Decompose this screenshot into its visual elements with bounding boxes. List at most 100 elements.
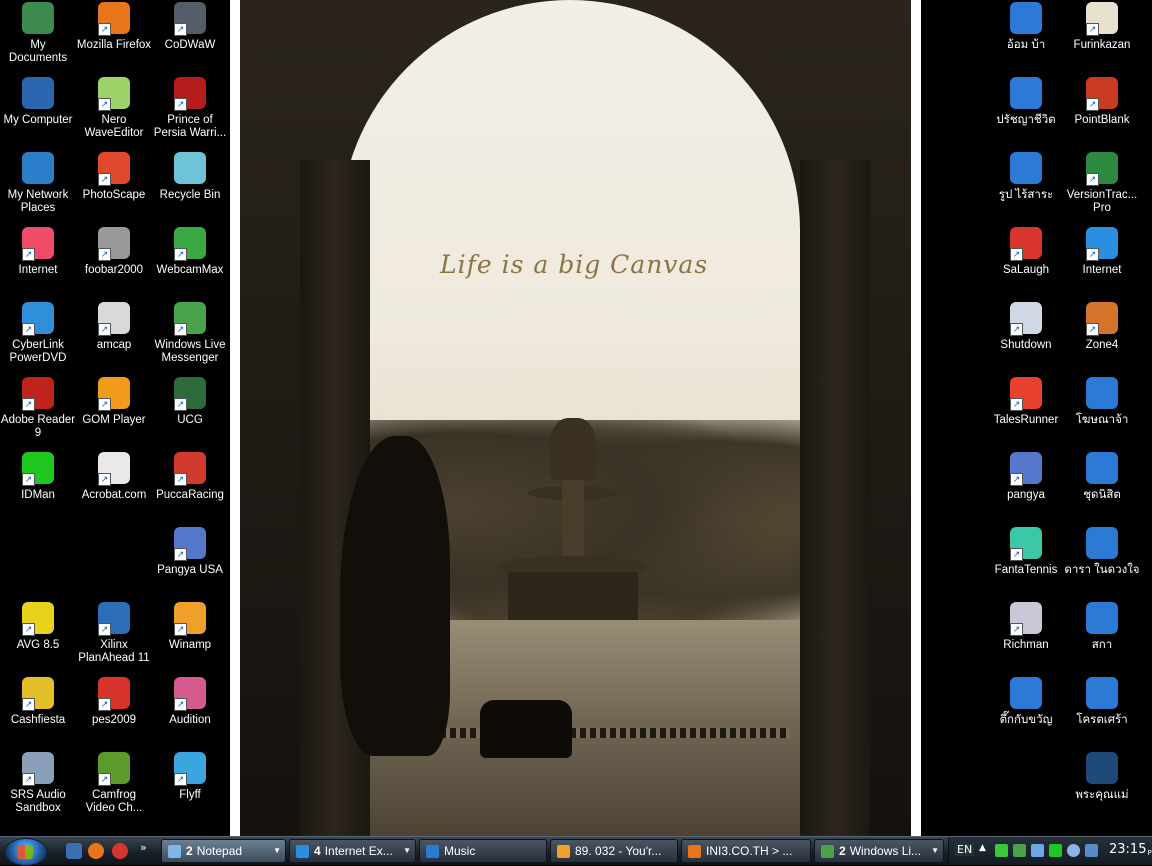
desktop-icon-left-20[interactable]: ↗ PuccaRacing: [152, 452, 228, 502]
taskbar-button-4[interactable]: INI3.CO.TH > ...: [681, 839, 811, 863]
desktop-icon-right-12[interactable]: ↗ pangya: [988, 452, 1064, 502]
desktop-icon-right-18[interactable]: ตึ๊กกับขวัญ: [988, 677, 1064, 727]
hello-kitty-icon: ↗: [22, 227, 54, 261]
desktop-icon-left-5[interactable]: ↗ Prince of Persia Warri...: [152, 77, 228, 140]
desktop-icon-left-13[interactable]: ↗ amcap: [76, 302, 152, 352]
display-tray-icon[interactable]: [1085, 844, 1098, 857]
taskbar-button-0[interactable]: 2 Notepad ▼: [161, 839, 286, 863]
taskbar-button-2[interactable]: Music: [419, 839, 547, 863]
desktop-icon-right-5[interactable]: ↗ VersionTrac... Pro: [1064, 152, 1140, 215]
task-label: 2 Notepad: [186, 840, 242, 862]
desktop-icon-right-3[interactable]: ↗ PointBlank: [1064, 77, 1140, 127]
desktop-icon-label: WebcamMax: [156, 264, 224, 276]
taskbar-button-1[interactable]: 4 Internet Ex... ▼: [289, 839, 416, 863]
desktop-icon-left-11[interactable]: ↗ WebcamMax: [152, 227, 228, 277]
desktop-icon-right-11[interactable]: โฆษณาจ้า: [1064, 377, 1140, 427]
show-desktop-icon[interactable]: [66, 843, 82, 859]
desktop-icon-right-9[interactable]: ↗ Zone4: [1064, 302, 1140, 352]
task-app-icon: [168, 845, 181, 858]
wallpaper-fountain-base: [508, 572, 638, 622]
task-label: Music: [444, 840, 475, 862]
cashfiesta-icon: ↗: [22, 677, 54, 711]
desktop-icon-left-30[interactable]: ↗ Flyff: [152, 752, 228, 802]
desktop-icon-right-7[interactable]: ↗ Internet: [1064, 227, 1140, 277]
chevron-down-icon[interactable]: ▼: [403, 840, 411, 862]
task-title: Music: [444, 844, 476, 858]
task-title: 89. 032 - You'r...: [575, 844, 662, 858]
desktop-icon-left-26[interactable]: ↗ pes2009: [76, 677, 152, 727]
desktop-icon-left-3[interactable]: My Computer: [0, 77, 76, 127]
taskbar-button-5[interactable]: 2 Windows Li... ▼: [814, 839, 944, 863]
desktop-icon-left-16[interactable]: ↗ GOM Player: [76, 377, 152, 427]
system-tray: EN ▲ 23:15PM: [948, 837, 1152, 865]
desktop-icon-left-1[interactable]: ↗ Mozilla Firefox: [76, 2, 152, 52]
desktop-icon-right-15[interactable]: ดารา ในดวงใจ: [1064, 527, 1140, 577]
tray-app-icon[interactable]: [1031, 844, 1044, 857]
desktop-icon-left-24[interactable]: ↗ Winamp: [152, 602, 228, 652]
desktop-icon-right-16[interactable]: ↗ Richman: [988, 602, 1064, 652]
chevron-more-icon[interactable]: »: [140, 841, 147, 854]
desktop-icon-left-8[interactable]: Recycle Bin: [152, 152, 228, 202]
desktop-icon-left-14[interactable]: ↗ Windows Live Messenger: [152, 302, 228, 365]
desktop-icon-left-28[interactable]: ↗ SRS Audio Sandbox: [0, 752, 76, 815]
desktop-icon-right-14[interactable]: ↗ FantaTennis: [988, 527, 1064, 577]
clock[interactable]: 23:15PM: [1109, 842, 1152, 857]
desktop-icon-left-22[interactable]: ↗ AVG 8.5: [0, 602, 76, 652]
desktop-icon-right-10[interactable]: ↗ TalesRunner: [988, 377, 1064, 427]
shortcut-arrow-icon: ↗: [22, 398, 35, 411]
desktop-icon-right-4[interactable]: รูป ไร้สาระ: [988, 152, 1064, 202]
wallpaper-photo: Life is a big Canvas: [240, 0, 911, 836]
chevron-down-icon[interactable]: ▼: [273, 840, 281, 862]
task-label: 4 Internet Ex...: [314, 840, 393, 862]
desktop-icon-left-9[interactable]: ↗ Internet: [0, 227, 76, 277]
desktop-icon-left-10[interactable]: ↗ foobar2000: [76, 227, 152, 277]
desktop-icon-right-6[interactable]: ↗ SaLaugh: [988, 227, 1064, 277]
desktop-icon-label: Xilinx PlanAhead 11: [78, 639, 150, 664]
shortcut-arrow-icon: ↗: [1010, 473, 1023, 486]
desktop-icon-label: พระคุณแม่: [1075, 789, 1129, 801]
chevron-down-icon[interactable]: ▼: [931, 840, 939, 862]
desktop-icon-left-19[interactable]: ↗ Acrobat.com: [76, 452, 152, 502]
desktop-icon-right-17[interactable]: สกา: [1064, 602, 1140, 652]
desktop-icon-right-8[interactable]: ↗ Shutdown: [988, 302, 1064, 352]
start-button[interactable]: [4, 838, 48, 866]
desktop-icon-right-13[interactable]: ชุดนิสิต: [1064, 452, 1140, 502]
desktop-icon-left-0[interactable]: My Documents: [0, 2, 76, 65]
desktop-icon-label: PuccaRacing: [156, 489, 224, 501]
desktop-icon-right-2[interactable]: ปรัชญาชีวิต: [988, 77, 1064, 127]
language-indicator[interactable]: EN: [955, 843, 975, 856]
shortcut-arrow-icon: ↗: [174, 23, 187, 36]
desktop-icon-right-19[interactable]: โครตเศร้า: [1064, 677, 1140, 727]
idman-tray-icon[interactable]: [1049, 844, 1062, 857]
desktop[interactable]: Life is a big Canvas My Documents ↗ Mozill…: [0, 0, 1152, 836]
desktop-icon-left-2[interactable]: ↗ CoDWaW: [152, 2, 228, 52]
taskbar-button-3[interactable]: 89. 032 - You'r...: [550, 839, 678, 863]
avg-icon: ↗: [22, 602, 54, 636]
desktop-icon-left-6[interactable]: My Network Places: [0, 152, 76, 215]
desktop-icon-label: CyberLink PowerDVD: [9, 339, 67, 364]
desktop-icon-left-29[interactable]: ↗ Camfrog Video Ch...: [76, 752, 152, 815]
shortcut-arrow-icon: ↗: [98, 248, 111, 261]
volume-tray-icon[interactable]: [1067, 844, 1080, 857]
shortcut-arrow-icon: ↗: [1086, 173, 1099, 186]
desktop-icon-right-1[interactable]: ↗ Furinkazan: [1064, 2, 1140, 52]
salaugh-icon[interactable]: [112, 843, 128, 859]
messenger-tray-icon[interactable]: [1013, 844, 1026, 857]
desktop-icon-left-23[interactable]: ↗ Xilinx PlanAhead 11: [76, 602, 152, 665]
desktop-icon-right-20[interactable]: พระคุณแม่: [1064, 752, 1140, 802]
desktop-icon-left-4[interactable]: ↗ Nero WaveEditor: [76, 77, 152, 140]
desktop-icon-left-7[interactable]: ↗ PhotoScape: [76, 152, 152, 202]
desktop-icon-left-15[interactable]: ↗ Adobe Reader 9: [0, 377, 76, 440]
firefox-icon[interactable]: [88, 843, 104, 859]
desktop-icon-left-18[interactable]: ↗ IDMan: [0, 452, 76, 502]
tray-expand-icon[interactable]: ▲: [979, 843, 986, 853]
desktop-icon-label: IDMan: [21, 489, 55, 501]
desktop-icon-left-25[interactable]: ↗ Cashfiesta: [0, 677, 76, 727]
network-tray-icon[interactable]: [995, 844, 1008, 857]
desktop-icon-left-21[interactable]: ↗ Pangya USA: [152, 527, 228, 577]
desktop-icon-left-27[interactable]: ↗ Audition: [152, 677, 228, 727]
desktop-icon-left-17[interactable]: ↗ UCG: [152, 377, 228, 427]
desktop-icon-right-0[interactable]: อ้อม บ้า: [988, 2, 1064, 52]
wallpaper: Life is a big Canvas: [230, 0, 921, 836]
desktop-icon-left-12[interactable]: ↗ CyberLink PowerDVD: [0, 302, 76, 365]
